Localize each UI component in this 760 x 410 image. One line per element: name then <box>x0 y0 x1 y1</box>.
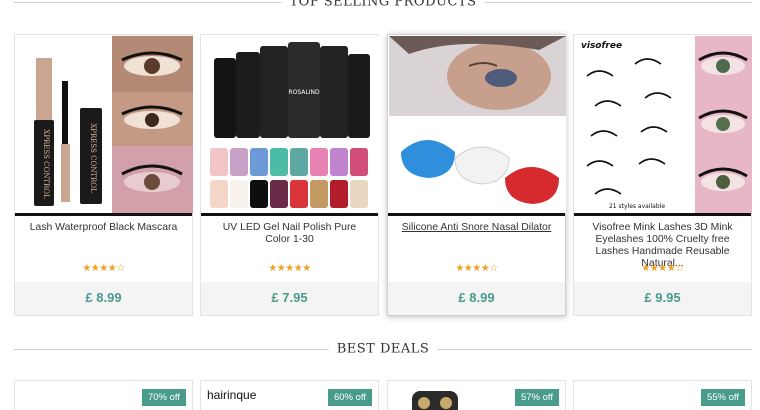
mink-lashes-product-photo[interactable]: visofree 21 styles available <box>575 36 752 214</box>
brand-logo: hairinque <box>207 388 257 402</box>
svg-text:ROSALIND: ROSALIND <box>288 89 320 96</box>
discount-badge: 60% off <box>327 389 372 406</box>
nail-polish-product-photo[interactable]: ROSALIND <box>202 36 379 214</box>
svg-text:XPRESS CONTROL: XPRESS CONTROL <box>89 123 97 193</box>
product-name[interactable]: Silicone Anti Snore Nasal Dilator <box>396 222 557 262</box>
product-price: £ 8.99 <box>458 290 495 305</box>
mascara-product-photo[interactable]: XPRESS CONTROL XPRESS CONTROL <box>16 36 193 214</box>
product-card-nail-polish[interactable]: ROSALIND UV LED Gel Nail Polish Pure Col… <box>200 34 379 316</box>
price-bar: £ 9.95 <box>574 282 751 315</box>
top-selling-title: TOP SELLING PRODUCTS <box>281 0 485 10</box>
deal-card[interactable]: 55% off <box>573 380 752 410</box>
rating-stars-icon: ★★★★★ <box>268 263 311 274</box>
price-bar: £ 8.99 <box>15 282 192 315</box>
product-price: £ 7.95 <box>271 290 308 305</box>
product-price: £ 8.99 <box>85 290 122 305</box>
anti-snore-product-photo[interactable] <box>389 36 566 214</box>
deal-card[interactable]: 70% off <box>14 380 193 410</box>
product-name[interactable]: Lash Waterproof Black Mascara <box>23 222 184 262</box>
discount-badge: 70% off <box>141 389 186 406</box>
product-card-mink-lashes[interactable]: visofree 21 styles available Visofree Mi… <box>573 34 752 316</box>
image-divider <box>201 213 378 216</box>
image-divider <box>388 213 565 216</box>
best-deals-list: 70% off hairinque 60% off 57% off 55% of… <box>14 380 754 410</box>
deal-card[interactable]: 57% off <box>387 380 566 410</box>
discount-badge: 57% off <box>514 389 559 406</box>
top-selling-products: XPRESS CONTROL XPRESS CONTROL Lash Water… <box>14 34 754 316</box>
top-selling-heading: TOP SELLING PRODUCTS <box>14 0 752 10</box>
deal-card[interactable]: hairinque 60% off <box>200 380 379 410</box>
discount-badge: 55% off <box>700 389 745 406</box>
product-name[interactable]: Visofree Mink Lashes 3D Mink Eyelashes 1… <box>582 222 743 269</box>
rating-stars-icon: ★★★★☆ <box>455 263 498 274</box>
product-name[interactable]: UV LED Gel Nail Polish Pure Color 1-30 <box>209 222 370 262</box>
image-caption-text: 21 styles available <box>609 203 665 210</box>
image-divider <box>15 213 192 216</box>
image-brand-text: visofree <box>581 41 622 51</box>
best-deals-title: BEST DEALS <box>328 341 438 357</box>
shaver-product-photo[interactable] <box>410 389 460 410</box>
rating-stars-icon: ★★★★☆ <box>82 263 125 274</box>
svg-text:XPRESS CONTROL: XPRESS CONTROL <box>42 129 50 199</box>
image-divider <box>574 213 751 216</box>
product-card-mascara[interactable]: XPRESS CONTROL XPRESS CONTROL Lash Water… <box>14 34 193 316</box>
price-bar: £ 8.99 <box>388 282 565 315</box>
price-bar: £ 7.95 <box>201 282 378 315</box>
rating-stars-icon: ★★★★☆ <box>641 263 684 274</box>
product-price: £ 9.95 <box>644 290 681 305</box>
best-deals-heading: BEST DEALS <box>14 341 752 357</box>
product-card-anti-snore[interactable]: Silicone Anti Snore Nasal Dilator ★★★★☆ … <box>387 34 566 316</box>
